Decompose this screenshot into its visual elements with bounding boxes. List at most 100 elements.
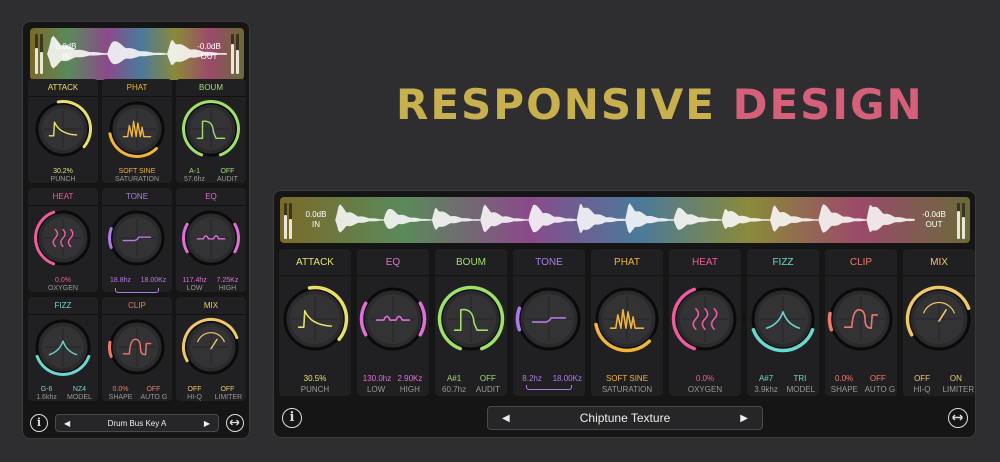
fizz-knob[interactable] [33, 317, 93, 377]
module-tone: TONE 18.8hz 18.00Kz [102, 188, 172, 293]
mix-knob[interactable] [905, 285, 973, 353]
param-value-right[interactable]: OFF [215, 168, 241, 175]
preset-selector[interactable]: ◀ Drum Bus Key A ▶ [55, 414, 219, 432]
module-divider [102, 205, 172, 206]
input-gain-readout[interactable]: 0.0dB IN [300, 210, 332, 230]
module-heat: HEAT 0.0% OXYGEN [669, 249, 741, 396]
heat-knob[interactable] [33, 208, 93, 268]
param-value-right[interactable]: 18.00Kz [141, 277, 167, 284]
resize-toggle-icon[interactable] [948, 408, 968, 428]
module-divider [279, 275, 351, 276]
resize-toggle-icon[interactable] [226, 414, 244, 432]
param-value[interactable]: 0.0% [28, 277, 98, 284]
phat-knob[interactable] [107, 99, 167, 159]
param-value[interactable]: SOFT SINE [102, 168, 172, 175]
module-title: MIX [930, 257, 948, 268]
param-value-left[interactable]: A#1 [441, 374, 468, 383]
module-title: CLIP [849, 257, 873, 268]
param-value-left[interactable]: A-1 [182, 168, 208, 175]
param-label-right: AUTO G [864, 385, 896, 394]
preset-next-button[interactable]: ▶ [740, 407, 748, 429]
param-label-left: HI-Q [913, 385, 931, 394]
param-label-left: HI-Q [187, 394, 202, 401]
param-value[interactable]: 0.0% [669, 374, 741, 383]
input-meter-level-right [289, 219, 292, 239]
fizz-knob[interactable] [749, 285, 817, 353]
param-label-left: LOW [186, 285, 203, 292]
attack-knob[interactable] [281, 285, 349, 353]
headline-word-responsive: RESPONSIVE [396, 80, 716, 129]
param-value-left[interactable]: A#7 [753, 374, 780, 383]
param-value-right[interactable]: 18.00Kz [553, 374, 582, 383]
module-title: PHAT [614, 257, 640, 268]
input-meter-level [35, 48, 38, 74]
param-value-left[interactable]: OFF [182, 386, 208, 393]
module-divider [903, 275, 975, 276]
preset-next-button[interactable]: ▶ [204, 415, 210, 431]
boum-knob[interactable] [181, 99, 241, 159]
eq-knob[interactable] [359, 285, 427, 353]
param-label: OXYGEN [48, 285, 78, 292]
param-value-right[interactable]: ON [943, 374, 970, 383]
param-value-right[interactable]: OFF [215, 386, 241, 393]
info-icon[interactable]: i [282, 408, 302, 428]
param-value-right[interactable]: 7.25Kz [215, 277, 241, 284]
param-value-left[interactable]: 130.0hz [363, 374, 391, 383]
waveform-display [280, 197, 970, 243]
param-value[interactable]: SOFT SINE [591, 374, 663, 383]
eq-knob[interactable] [181, 208, 241, 268]
tone-knob[interactable] [515, 285, 583, 353]
module-title: EQ [205, 192, 217, 201]
param-value-left[interactable]: 0.0% [831, 374, 858, 383]
param-label-right: AUDIT [216, 176, 238, 183]
param-value-left[interactable]: 8.2hz [519, 374, 546, 383]
module-title: CLIP [128, 301, 146, 310]
module-eq: EQ 130.0hz LOW 2.90Kz HIGH [357, 249, 429, 396]
param-value-right[interactable]: TRI [787, 374, 814, 383]
module-title: HEAT [692, 257, 718, 268]
output-meter-level [231, 44, 234, 74]
preset-name: Drum Bus Key A [107, 418, 167, 428]
module-title: ATTACK [47, 83, 79, 92]
clip-knob[interactable] [827, 285, 895, 353]
param-value-left[interactable]: G-6 [34, 386, 60, 393]
param-value-right[interactable]: OFF [865, 374, 892, 383]
input-gain-readout[interactable]: 0.0dB IN [51, 42, 81, 62]
module-attack: ATTACK 30.5% PUNCH [279, 249, 351, 396]
param-value-right[interactable]: NZ4 [67, 386, 93, 393]
param-value-right[interactable]: 2.90Kz [397, 374, 424, 383]
output-gain-readout[interactable]: -0.0dB OUT [193, 42, 225, 62]
input-meter-level-right [40, 52, 43, 74]
tone-range-slider[interactable] [525, 385, 573, 390]
param-value-right[interactable]: OFF [475, 374, 502, 383]
module-clip: CLIP 0.0% SHAPE OFF AUTO G [825, 249, 897, 396]
module-divider [102, 96, 172, 97]
boum-knob[interactable] [437, 285, 505, 353]
attack-knob[interactable] [33, 99, 93, 159]
param-value-left[interactable]: 117.4hz [182, 277, 208, 284]
param-label-right: LIMITER [942, 385, 975, 394]
param-value[interactable]: 30.2% [28, 168, 98, 175]
heat-knob[interactable] [671, 285, 739, 353]
module-divider [28, 205, 98, 206]
clip-knob[interactable] [107, 317, 167, 377]
param-value-left[interactable]: 0.0% [108, 386, 134, 393]
param-value-left[interactable]: 18.8hz [108, 277, 134, 284]
output-gain-readout[interactable]: -0.0dB OUT [916, 210, 952, 230]
param-label-right: AUDIT [475, 385, 500, 394]
phat-knob[interactable] [593, 285, 661, 353]
preset-selector[interactable]: ◀ Chiptune Texture ▶ [487, 406, 763, 430]
module-mix: MIX OFF HI-Q OFF LIMITER [176, 297, 246, 401]
module-title: BOUM [199, 83, 223, 92]
param-label-left: 57.6hz [184, 176, 206, 183]
param-value[interactable]: 30.5% [279, 374, 351, 383]
mix-knob[interactable] [181, 317, 241, 377]
tone-range-slider[interactable] [114, 288, 160, 293]
info-icon[interactable]: i [30, 414, 48, 432]
param-value-left[interactable]: OFF [909, 374, 936, 383]
tone-knob[interactable] [107, 208, 167, 268]
param-value-right[interactable]: OFF [141, 386, 167, 393]
module-divider [591, 275, 663, 276]
module-heat: HEAT 0.0% OXYGEN [28, 188, 98, 292]
param-label-right: AUTO G [140, 394, 168, 401]
